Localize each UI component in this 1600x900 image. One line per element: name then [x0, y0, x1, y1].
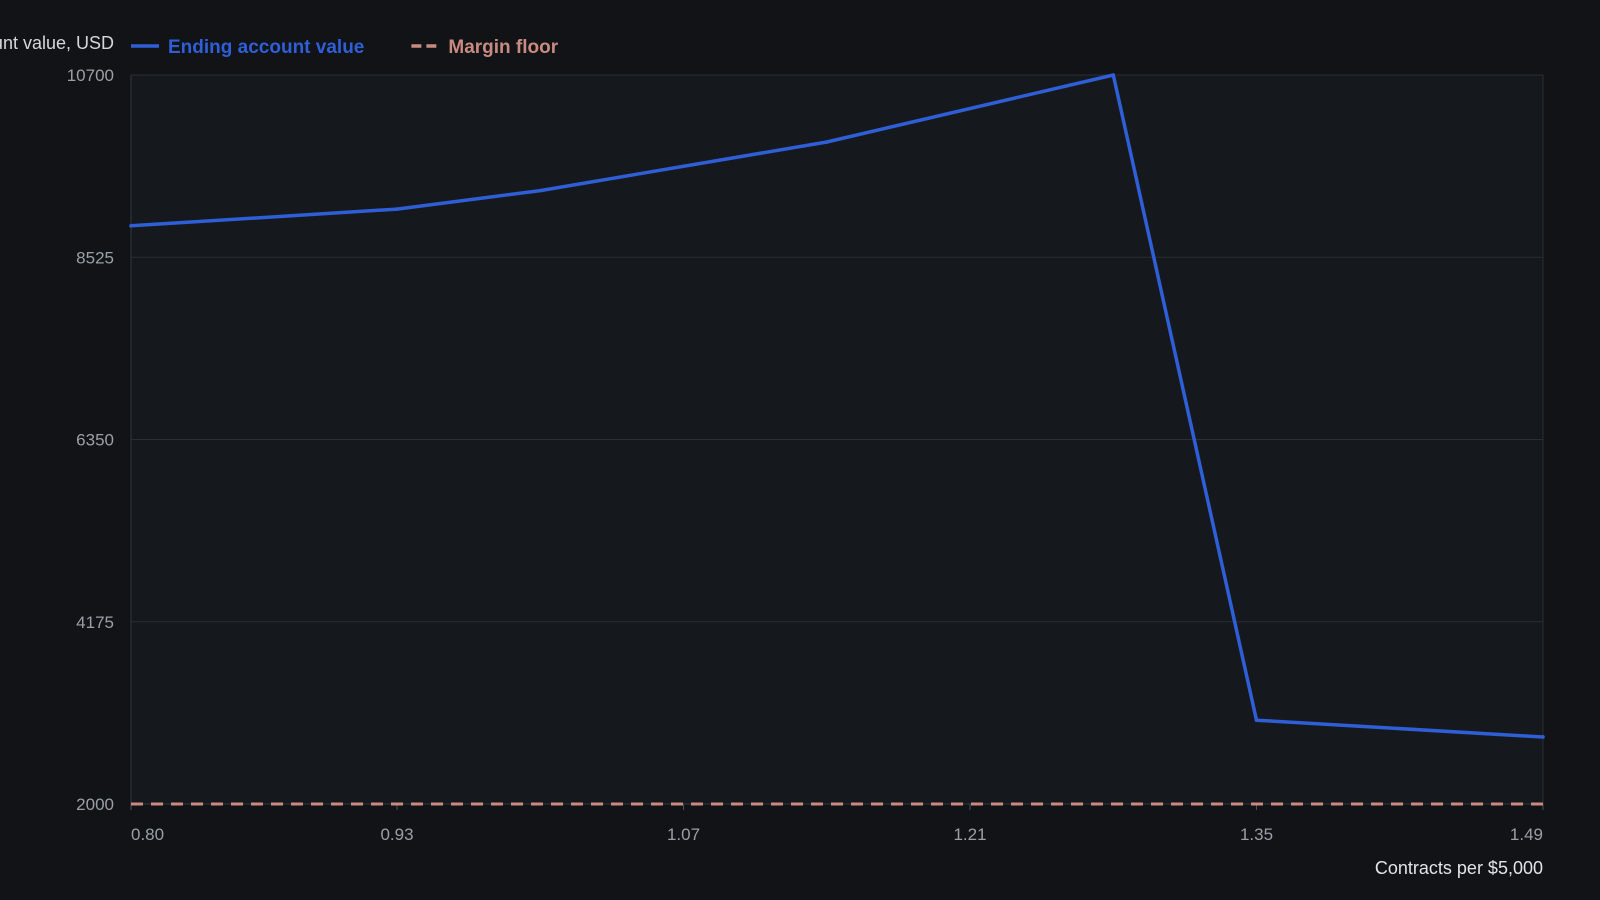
x-tick-label: 0.80: [131, 825, 164, 844]
x-axis-title: Contracts per $5,000: [1375, 858, 1543, 878]
legend-label: Margin floor: [448, 37, 558, 58]
y-axis-title: Ending account value, USD: [0, 33, 114, 53]
data-point: [395, 207, 399, 211]
data-point: [538, 188, 543, 193]
x-tick-label: 0.93: [380, 825, 413, 844]
data-point: [129, 224, 133, 228]
y-tick-label: 6350: [76, 431, 114, 450]
x-tick-label: 1.07: [667, 825, 700, 844]
y-tick-label: 10700: [67, 66, 114, 85]
data-point: [1111, 73, 1116, 77]
legend: Ending account value Margin floor: [131, 37, 559, 58]
line-chart: 2000 4175 6350 8525 10700 0.80 0.93 1.07 1.21 1.3…: [0, 33, 1545, 878]
x-tick-label: 1.49: [1510, 825, 1543, 844]
legend-label: Ending account value: [168, 37, 364, 58]
data-point: [824, 140, 829, 144]
y-tick-label: 4175: [76, 613, 114, 632]
chart-container: 2000 4175 6350 8525 10700 0.80 0.93 1.07 1.21 1.3…: [0, 0, 1600, 900]
y-tick-label: 2000: [76, 795, 114, 814]
data-point: [1541, 735, 1545, 739]
y-tick-label: 8525: [76, 248, 114, 267]
data-point: [1254, 718, 1259, 723]
x-tick-label: 1.21: [953, 825, 986, 844]
x-tick-label: 1.35: [1240, 825, 1273, 844]
